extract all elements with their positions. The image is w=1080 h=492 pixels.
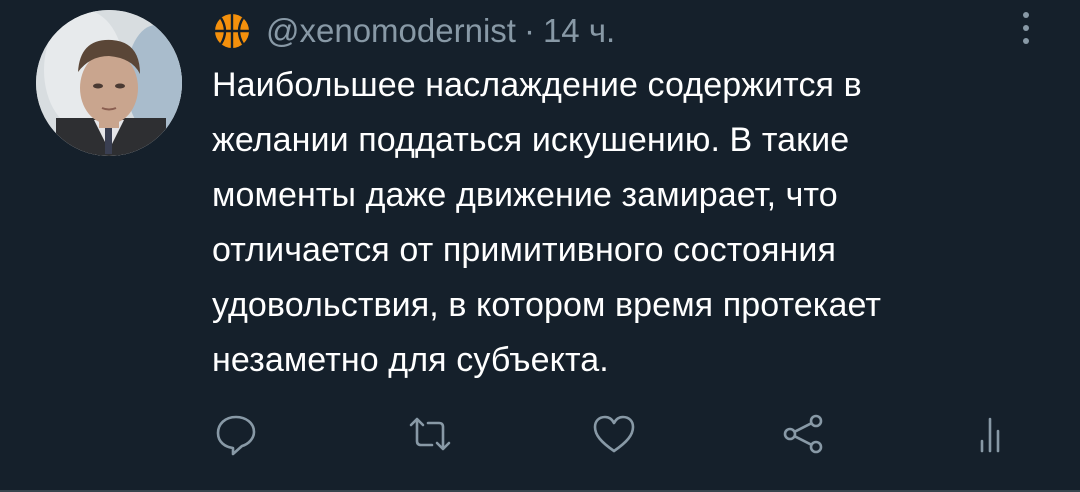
more-options-icon[interactable] bbox=[1008, 6, 1044, 50]
tweet-text-line: Наибольшее наслаждение содержится в bbox=[212, 66, 862, 104]
reply-icon bbox=[216, 415, 256, 456]
analytics-button[interactable] bbox=[960, 404, 1020, 464]
share-icon bbox=[783, 414, 823, 454]
share-button[interactable] bbox=[774, 404, 834, 464]
username[interactable]: @xenomodernist bbox=[266, 12, 516, 50]
tweet-text-line: удовольствия, в котором время протекает bbox=[212, 286, 882, 324]
avatar[interactable] bbox=[36, 10, 182, 156]
tweet-text-line: отличается от примитивного состояния bbox=[212, 231, 837, 269]
retweet-button[interactable] bbox=[400, 404, 460, 464]
tweet-text-line: моменты даже движение замирает, что bbox=[212, 176, 838, 214]
timestamp[interactable]: 14 ч. bbox=[543, 12, 615, 50]
tweet-text: Наибольшее наслаждение содержится в жела… bbox=[212, 58, 1052, 388]
avatar-photo bbox=[36, 10, 182, 156]
header-separator: · bbox=[523, 12, 535, 49]
tweet-actions bbox=[0, 404, 1080, 464]
tweet[interactable]: @xenomodernist · 14 ч. Наибольшее наслаж… bbox=[0, 0, 1080, 492]
basketball-icon bbox=[212, 11, 252, 51]
heart-icon bbox=[593, 415, 635, 453]
reply-button[interactable] bbox=[206, 404, 266, 464]
like-button[interactable] bbox=[584, 404, 644, 464]
tweet-text-line: незаметно для субъекта. bbox=[212, 341, 609, 379]
retweet-icon bbox=[409, 417, 451, 451]
analytics-icon bbox=[980, 417, 1000, 453]
tweet-text-line: желании поддаться искушению. В такие bbox=[212, 121, 850, 159]
tweet-header: @xenomodernist · 14 ч. bbox=[212, 6, 615, 56]
